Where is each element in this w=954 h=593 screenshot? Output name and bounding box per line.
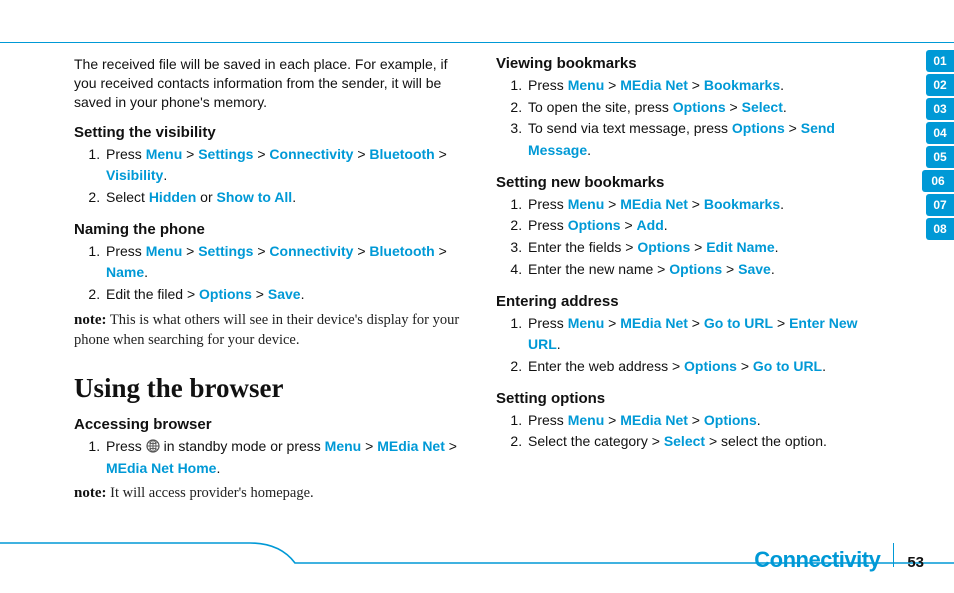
top-rule: [0, 42, 954, 43]
footer-divider: [893, 543, 894, 567]
nav-tab-01[interactable]: 01: [926, 50, 954, 72]
nav-tab-07[interactable]: 07: [926, 194, 954, 216]
heading-naming-phone: Naming the phone: [74, 221, 466, 238]
left-column: The received file will be saved in each …: [74, 55, 466, 506]
list-setting-new-bookmarks: Press Menu > MEdia Net > Bookmarks. Pres…: [496, 194, 888, 281]
list-item: Press Menu > Settings > Connectivity > B…: [104, 144, 466, 187]
list-item: Select the category > Select > select th…: [526, 431, 888, 453]
list-naming-phone: Press Menu > Settings > Connectivity > B…: [74, 241, 466, 306]
heading-setting-visibility: Setting the visibility: [74, 124, 466, 141]
list-item: Select Hidden or Show to All.: [104, 187, 466, 209]
list-viewing-bookmarks: Press Menu > MEdia Net > Bookmarks. To o…: [496, 75, 888, 162]
page-content: The received file will be saved in each …: [74, 55, 894, 506]
footer-text: Connectivity 53: [754, 543, 924, 573]
nav-tab-08[interactable]: 08: [926, 218, 954, 240]
list-item: To open the site, press Options > Select…: [526, 97, 888, 119]
section-heading-using-browser: Using the browser: [74, 373, 466, 404]
list-item: Press Menu > MEdia Net > Bookmarks.: [526, 194, 888, 216]
heading-setting-options: Setting options: [496, 390, 888, 407]
list-item: Press in standby mode or press Menu > ME…: [104, 436, 466, 479]
list-setting-options: Press Menu > MEdia Net > Options. Select…: [496, 410, 888, 453]
footer-section-title: Connectivity: [754, 547, 880, 573]
chapter-nav: 01 02 03 04 05 06 07 08: [922, 50, 954, 240]
nav-tab-02[interactable]: 02: [926, 74, 954, 96]
nav-tab-05[interactable]: 05: [926, 146, 954, 168]
list-item: Press Menu > MEdia Net > Go to URL > Ent…: [526, 313, 888, 356]
intro-text: The received file will be saved in each …: [74, 55, 466, 112]
right-column: Viewing bookmarks Press Menu > MEdia Net…: [496, 55, 888, 506]
list-accessing-browser: Press in standby mode or press Menu > ME…: [74, 436, 466, 479]
list-item: Press Menu > MEdia Net > Options.: [526, 410, 888, 432]
nav-tab-03[interactable]: 03: [926, 98, 954, 120]
list-item: Enter the fields > Options > Edit Name.: [526, 237, 888, 259]
note-naming: note: This is what others will see in th…: [74, 310, 466, 351]
list-item: Enter the new name > Options > Save.: [526, 259, 888, 281]
nav-tab-06[interactable]: 06: [922, 170, 954, 192]
heading-entering-address: Entering address: [496, 293, 888, 310]
list-item: To send via text message, press Options …: [526, 118, 888, 161]
page-footer: Connectivity 53: [0, 535, 954, 575]
heading-viewing-bookmarks: Viewing bookmarks: [496, 55, 888, 72]
list-item: Press Menu > MEdia Net > Bookmarks.: [526, 75, 888, 97]
heading-setting-new-bookmarks: Setting new bookmarks: [496, 174, 888, 191]
list-item: Enter the web address > Options > Go to …: [526, 356, 888, 378]
list-item: Press Menu > Settings > Connectivity > B…: [104, 241, 466, 284]
list-item: Press Options > Add.: [526, 215, 888, 237]
page-number: 53: [907, 554, 924, 571]
globe-icon: [146, 439, 160, 453]
list-item: Edit the filed > Options > Save.: [104, 284, 466, 306]
list-entering-address: Press Menu > MEdia Net > Go to URL > Ent…: [496, 313, 888, 378]
note-browser: note: It will access provider's homepage…: [74, 483, 466, 504]
heading-accessing-browser: Accessing browser: [74, 416, 466, 433]
list-setting-visibility: Press Menu > Settings > Connectivity > B…: [74, 144, 466, 209]
nav-tab-04[interactable]: 04: [926, 122, 954, 144]
